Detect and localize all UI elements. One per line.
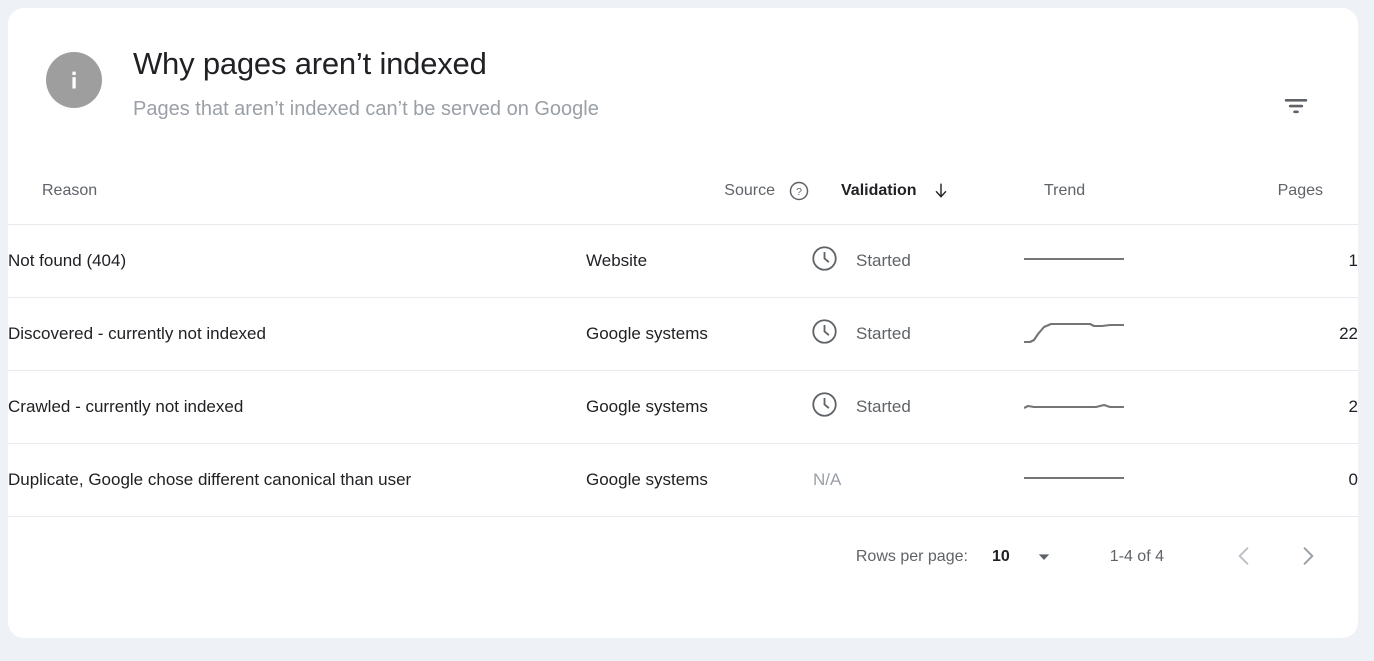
validation-status-label: Started bbox=[856, 324, 911, 343]
table-row[interactable]: Discovered - currently not indexed Googl… bbox=[8, 297, 1358, 371]
cell-validation: Started bbox=[810, 370, 1014, 444]
cell-pages: 1 bbox=[1199, 224, 1358, 298]
next-page-button[interactable] bbox=[1294, 543, 1322, 571]
cell-source: Google systems bbox=[586, 443, 810, 517]
page-title: Why pages aren’t indexed bbox=[133, 46, 487, 81]
help-circle-icon[interactable]: ? bbox=[788, 180, 810, 202]
column-header-trend-label: Trend bbox=[1044, 182, 1086, 199]
cell-validation: Started bbox=[810, 224, 1014, 298]
rows-per-page-value: 10 bbox=[991, 548, 1010, 565]
cell-pages: 0 bbox=[1199, 443, 1358, 517]
cell-pages: 2 bbox=[1199, 370, 1358, 444]
clock-icon bbox=[810, 244, 839, 278]
column-header-source[interactable]: Source ? bbox=[586, 158, 810, 225]
cell-trend bbox=[1014, 370, 1199, 444]
chevron-left-icon bbox=[1231, 543, 1257, 572]
arrow-down-icon[interactable] bbox=[931, 181, 951, 201]
cell-trend bbox=[1014, 297, 1199, 371]
chevron-right-icon bbox=[1295, 543, 1321, 572]
cell-source: Website bbox=[586, 224, 810, 298]
info-icon bbox=[46, 52, 102, 108]
validation-status-label: Started bbox=[856, 397, 911, 416]
cell-source: Google systems bbox=[586, 297, 810, 371]
trend-sparkline bbox=[1024, 321, 1124, 347]
table-row[interactable]: Crawled - currently not indexed Google s… bbox=[8, 370, 1358, 444]
pagination-range-label: 1-4 of 4 bbox=[1109, 548, 1164, 565]
cell-reason: Not found (404) bbox=[8, 224, 586, 298]
column-header-trend[interactable]: Trend bbox=[1014, 158, 1199, 225]
chevron-down-icon bbox=[1035, 548, 1053, 566]
cell-reason: Duplicate, Google chose different canoni… bbox=[8, 443, 586, 517]
trend-sparkline bbox=[1024, 394, 1124, 420]
trend-sparkline bbox=[1024, 248, 1124, 274]
rows-per-page-label: Rows per page: bbox=[855, 548, 968, 565]
indexing-reasons-table: Reason Source ? Validation Trend Pages N… bbox=[8, 158, 1358, 517]
previous-page-button[interactable] bbox=[1230, 543, 1258, 571]
trend-sparkline bbox=[1024, 467, 1124, 493]
page-subtitle: Pages that aren’t indexed can’t be serve… bbox=[133, 98, 599, 120]
table-body: Not found (404) Website Started 1 Discov… bbox=[8, 224, 1358, 517]
validation-status-label: Started bbox=[856, 251, 911, 270]
why-pages-arent-indexed-card: Why pages aren’t indexed Pages that aren… bbox=[8, 8, 1358, 638]
cell-source: Google systems bbox=[586, 370, 810, 444]
cell-trend bbox=[1014, 224, 1199, 298]
card-header: Why pages aren’t indexed Pages that aren… bbox=[8, 8, 1358, 158]
header-text-block: Why pages aren’t indexed Pages that aren… bbox=[133, 44, 599, 123]
column-header-reason[interactable]: Reason bbox=[8, 158, 586, 225]
cell-pages: 22 bbox=[1199, 297, 1358, 371]
header-row: Why pages aren’t indexed Pages that aren… bbox=[40, 40, 1326, 123]
svg-text:?: ? bbox=[796, 186, 802, 198]
column-header-pages[interactable]: Pages bbox=[1199, 158, 1358, 225]
column-header-reason-label: Reason bbox=[42, 182, 98, 199]
pagination-bar: Rows per page: 10 1-4 of 4 bbox=[8, 517, 1358, 597]
column-header-validation[interactable]: Validation bbox=[810, 158, 1014, 225]
table-header: Reason Source ? Validation Trend Pages bbox=[8, 158, 1358, 225]
validation-status-label: N/A bbox=[813, 470, 842, 489]
filter-icon[interactable] bbox=[1276, 86, 1316, 126]
table-row[interactable]: Not found (404) Website Started 1 bbox=[8, 224, 1358, 298]
column-header-source-label: Source bbox=[724, 182, 775, 199]
clock-icon bbox=[810, 390, 839, 424]
table-row[interactable]: Duplicate, Google chose different canoni… bbox=[8, 443, 1358, 517]
cell-trend bbox=[1014, 443, 1199, 517]
clock-icon bbox=[810, 317, 839, 351]
table-header-row: Reason Source ? Validation Trend Pages bbox=[8, 158, 1358, 225]
column-header-validation-label: Validation bbox=[841, 182, 917, 199]
rows-per-page-select[interactable]: 10 bbox=[992, 548, 1053, 566]
cell-reason: Discovered - currently not indexed bbox=[8, 297, 586, 371]
column-header-pages-label: Pages bbox=[1277, 182, 1323, 199]
cell-validation: N/A bbox=[810, 443, 1014, 517]
cell-validation: Started bbox=[810, 297, 1014, 371]
cell-reason: Crawled - currently not indexed bbox=[8, 370, 586, 444]
